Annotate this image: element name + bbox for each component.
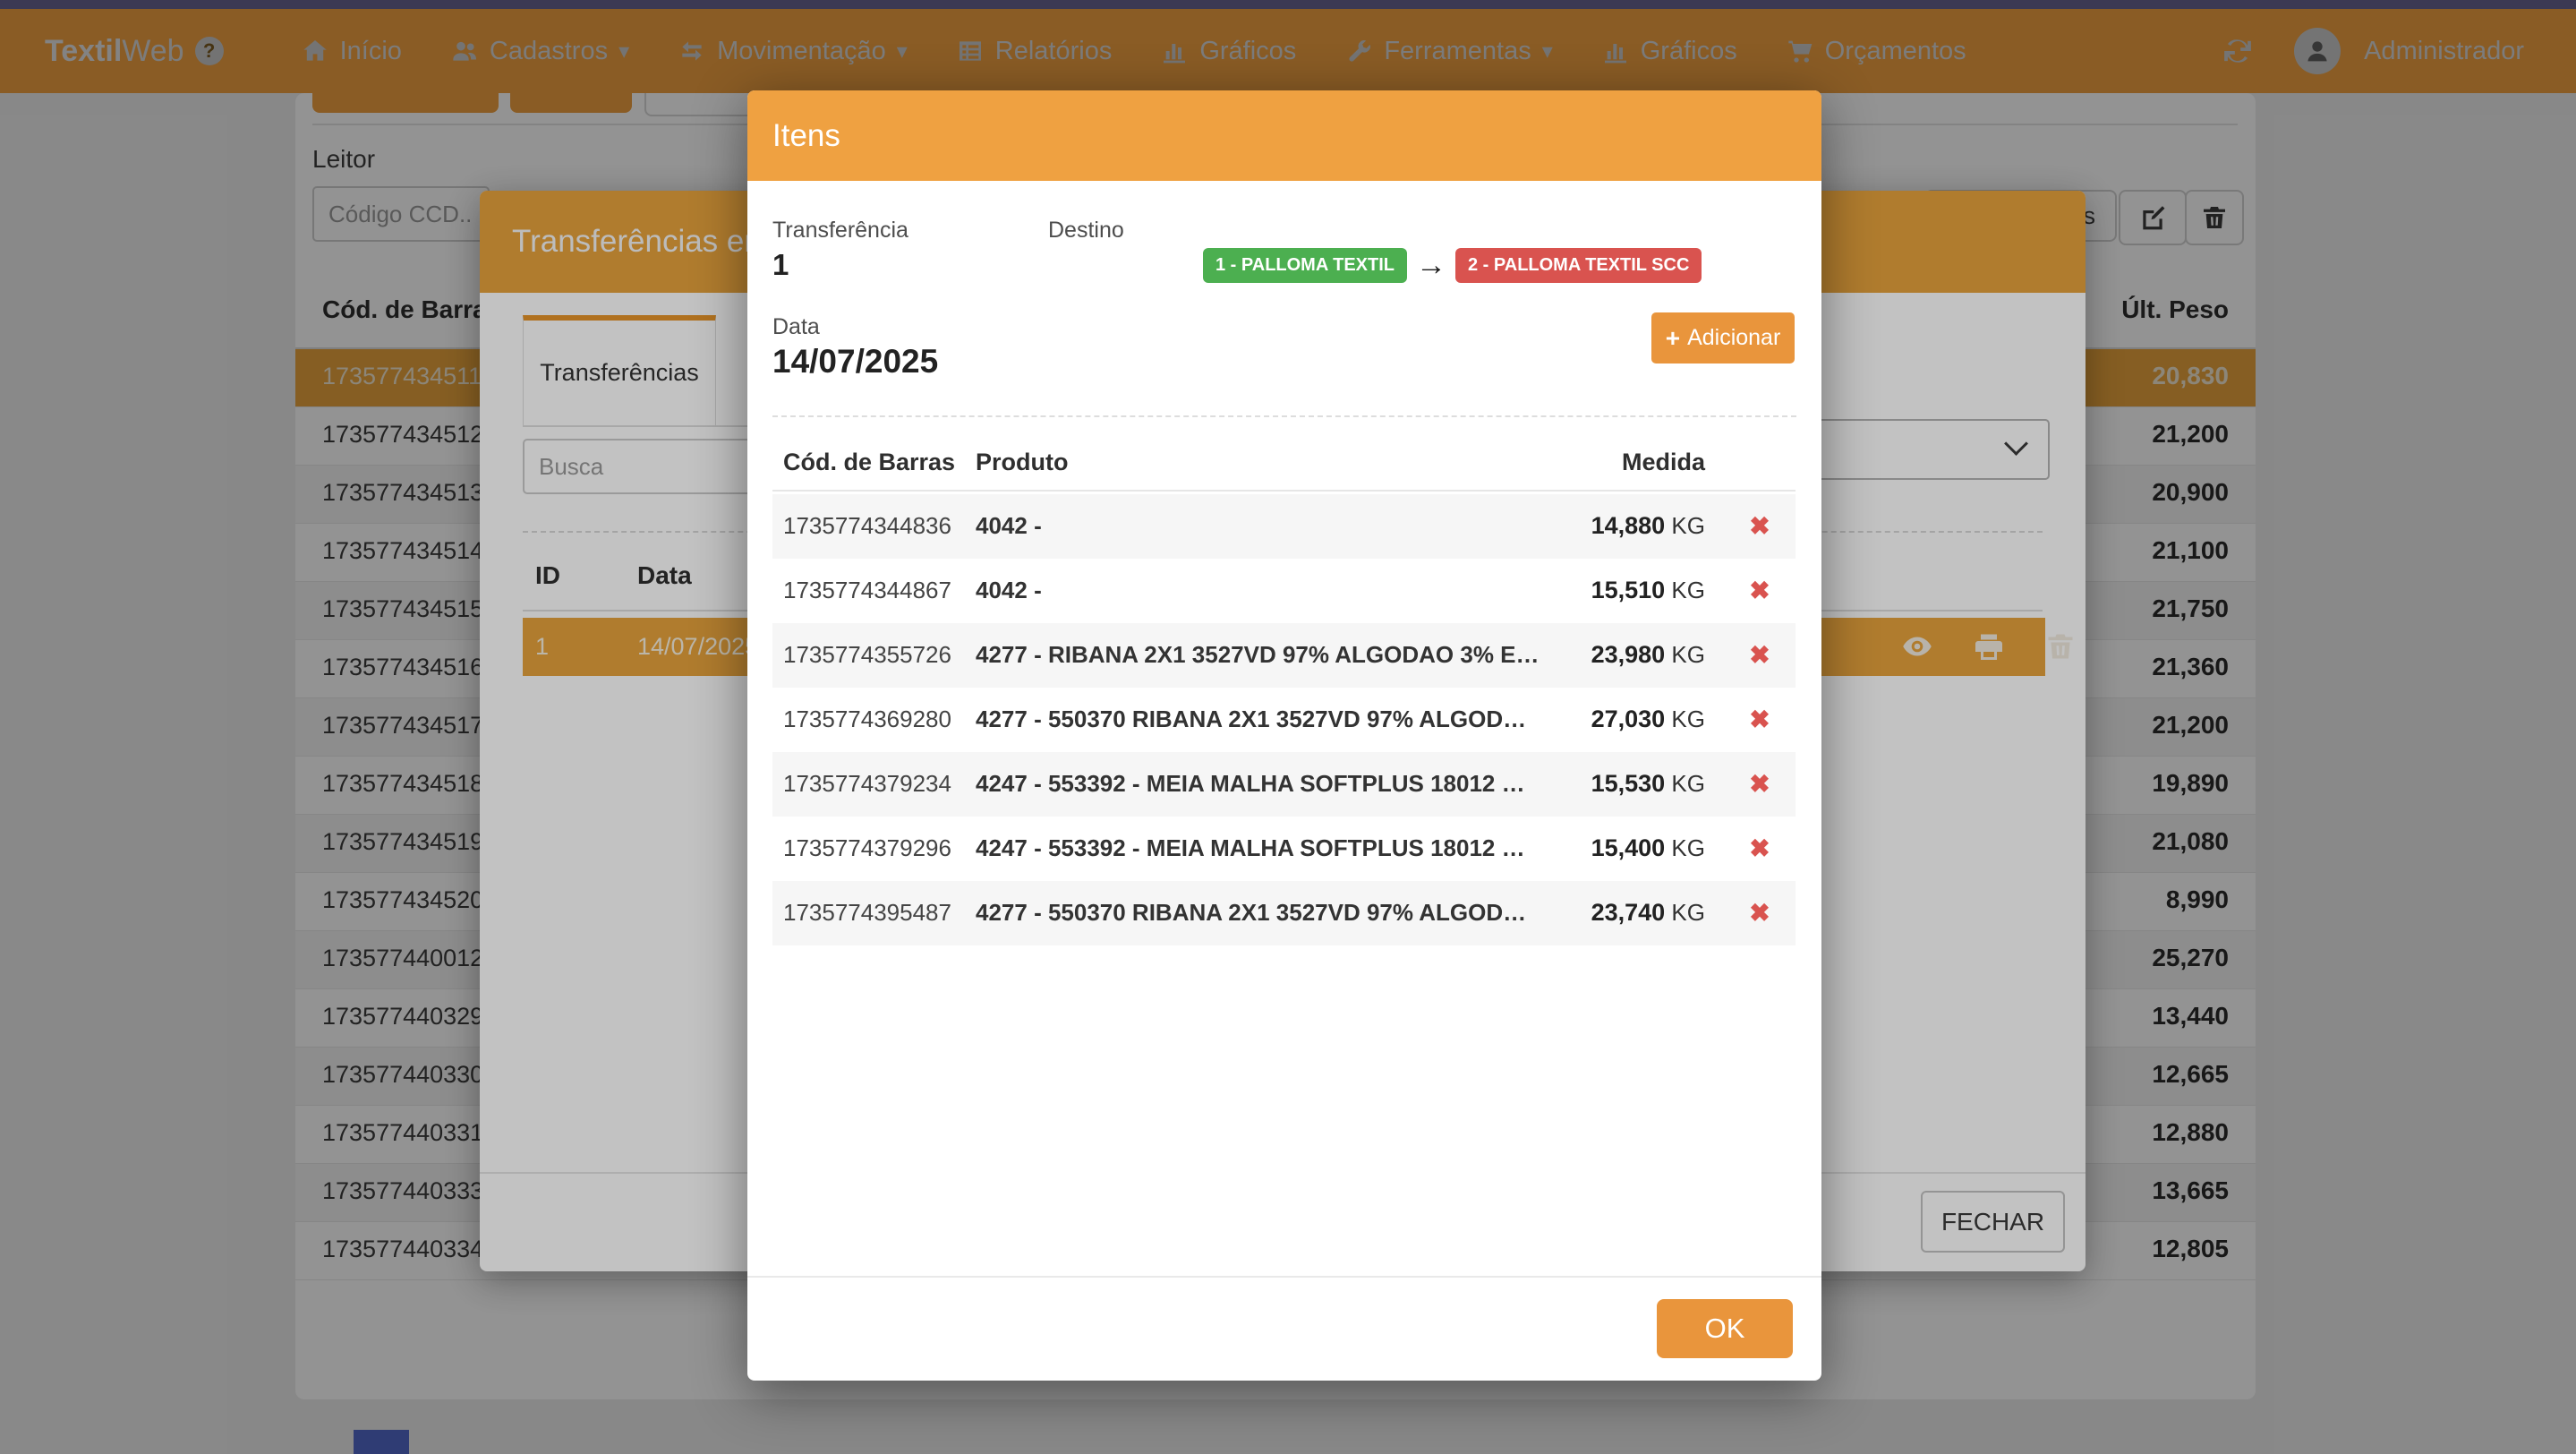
data-value: 14/07/2025 (772, 343, 938, 381)
barcode-cell: 1735774379234 (783, 770, 951, 798)
medida-cell: 23,740 KG (1506, 899, 1705, 927)
medida-cell: 15,510 KG (1506, 577, 1705, 604)
barcode-cell: 1735774344867 (783, 577, 951, 604)
produto-cell: 4247 - 553392 - MEIA MALHA SOFTPLUS 1801… (976, 834, 1525, 862)
item-row: 1735774344867 4042 - 15,510 KG ✖ (772, 559, 1796, 623)
col-produto: Produto (976, 449, 1068, 476)
delete-x-icon[interactable]: ✖ (1739, 705, 1780, 734)
delete-x-icon[interactable]: ✖ (1739, 834, 1780, 863)
item-row: 1735774344836 4042 - 14,880 KG ✖ (772, 494, 1796, 559)
dashed-divider (772, 415, 1796, 417)
barcode-cell: 1735774379296 (783, 834, 951, 862)
produto-cell: 4277 - 550370 RIBANA 2X1 3527VD 97% ALGO… (976, 706, 1526, 733)
produto-cell: 4247 - 553392 - MEIA MALHA SOFTPLUS 1801… (976, 770, 1525, 798)
produto-cell: 4042 - (976, 512, 1042, 540)
destination-badge: 2 - PALLOMA TEXTIL SCC (1455, 248, 1702, 283)
ok-button[interactable]: OK (1657, 1299, 1793, 1358)
item-row: 1735774369280 4277 - 550370 RIBANA 2X1 35… (772, 688, 1796, 752)
item-row: 1735774379234 4247 - 553392 - MEIA MALHA … (772, 752, 1796, 817)
origin-badge: 1 - PALLOMA TEXTIL (1203, 248, 1407, 283)
divider (747, 1276, 1821, 1278)
col-medida: Medida (1578, 449, 1705, 476)
medida-cell: 15,400 KG (1506, 834, 1705, 862)
items-modal: Itens Transferência 1 Destino 1 - PALLOM… (747, 90, 1821, 1381)
transfer-value: 1 (772, 248, 789, 282)
destino-badges: 1 - PALLOMA TEXTIL → 2 - PALLOMA TEXTIL … (1203, 248, 1702, 283)
divider (772, 490, 1796, 492)
item-row: 1735774395487 4277 - 550370 RIBANA 2X1 35… (772, 881, 1796, 945)
medida-cell: 14,880 KG (1506, 512, 1705, 540)
data-label: Data (772, 314, 820, 340)
col-barcode: Cód. de Barras (783, 449, 955, 476)
items-table-header: Cód. de Barras Produto Medida (772, 449, 1796, 490)
produto-cell: 4042 - (976, 577, 1042, 604)
delete-x-icon[interactable]: ✖ (1739, 640, 1780, 670)
produto-cell: 4277 - 550370 RIBANA 2X1 3527VD 97% ALGO… (976, 899, 1526, 927)
delete-x-icon[interactable]: ✖ (1739, 576, 1780, 605)
destino-label: Destino (1048, 218, 1124, 244)
items-modal-title: Itens (772, 118, 840, 154)
app-root: TextilWeb ? Início Cadastros ▾ Movimenta… (0, 0, 2576, 1454)
items-modal-header: Itens (747, 90, 1821, 181)
medida-cell: 27,030 KG (1506, 706, 1705, 733)
delete-x-icon[interactable]: ✖ (1739, 898, 1780, 928)
item-row: 1735774379296 4247 - 553392 - MEIA MALHA … (772, 817, 1796, 881)
barcode-cell: 1735774355726 (783, 641, 951, 669)
medida-cell: 23,980 KG (1506, 641, 1705, 669)
delete-x-icon[interactable]: ✖ (1739, 511, 1780, 541)
add-button[interactable]: + Adicionar (1651, 312, 1795, 364)
barcode-cell: 1735774369280 (783, 706, 951, 733)
barcode-cell: 1735774344836 (783, 512, 951, 540)
medida-cell: 15,530 KG (1506, 770, 1705, 798)
plus-icon: + (1666, 324, 1680, 353)
arrow-right-icon: → (1416, 248, 1446, 283)
items-table-body: 17357743448364042 -14,880 KG✖17357743448… (772, 494, 1796, 945)
delete-x-icon[interactable]: ✖ (1739, 769, 1780, 799)
produto-cell: 4277 - RIBANA 2X1 3527VD 97% ALGODAO 3% … (976, 641, 1540, 669)
transfer-label: Transferência (772, 218, 908, 244)
barcode-cell: 1735774395487 (783, 899, 951, 927)
item-row: 1735774355726 4277 - RIBANA 2X1 3527VD 97… (772, 623, 1796, 688)
